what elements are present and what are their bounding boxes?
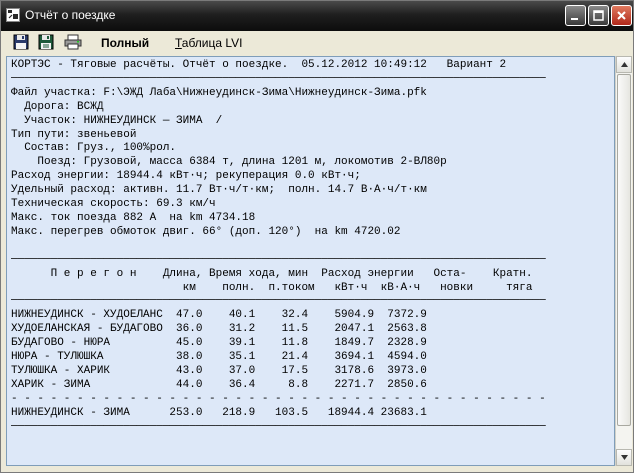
report-line: ХАРИК - ЗИМА 44.0 36.4 8.8 2271.7 2850.6 bbox=[11, 378, 427, 391]
report-line: ────────────────────────────────────────… bbox=[11, 72, 546, 85]
window-title: Отчёт о поездке bbox=[25, 8, 116, 22]
floppy-disk-alt-icon bbox=[38, 34, 54, 50]
report-line: Файл участка: F:\ЭЖД Лаба\Нижнеудинск-Зи… bbox=[11, 86, 427, 99]
report-line: ХУДОЕЛАНСКАЯ - БУДАГОВО 36.0 31.2 11.5 2… bbox=[11, 323, 427, 336]
report-line: Тип пути: звеньевой bbox=[11, 128, 137, 141]
report-window: Отчёт о поездке Полный Таблица LVI КОРТЭ… bbox=[0, 0, 634, 473]
lvi-table-label: аблица LVI bbox=[181, 36, 243, 50]
scroll-down-button[interactable] bbox=[616, 449, 632, 466]
save-button[interactable] bbox=[13, 34, 31, 52]
report-line bbox=[11, 240, 611, 254]
report-line: Техническая скорость: 69.3 км/ч bbox=[11, 198, 216, 211]
lvi-table-accel: Т bbox=[175, 36, 182, 50]
report-line: - - - - - - - - - - - - - - - - - - - - … bbox=[11, 392, 546, 405]
report-line: Состав: Груз., 100%рол. bbox=[11, 142, 177, 155]
report-line: ТУЛЮШКА - ХАРИК 43.0 37.0 17.5 3178.6 39… bbox=[11, 364, 427, 377]
printer-icon bbox=[64, 34, 82, 50]
report-line: ────────────────────────────────────────… bbox=[11, 420, 546, 433]
floppy-disk-icon bbox=[13, 34, 29, 50]
report-line: Участок: НИЖНЕУДИНСК — ЗИМА / bbox=[11, 114, 223, 127]
report-line: П е р е г о н Длина, Время хода, мин Рас… bbox=[11, 267, 533, 280]
report-line: НЮРА - ТУЛЮШКА 38.0 35.1 21.4 3694.1 459… bbox=[11, 351, 427, 364]
toolbar: Полный Таблица LVI bbox=[1, 31, 633, 55]
close-icon bbox=[617, 11, 626, 20]
report-text[interactable]: КОРТЭС - Тяговые расчёты. Отчёт о поездк… bbox=[11, 59, 611, 463]
report-line: НИЖНЕУДИНСК - ХУДОЕЛАНС 47.0 40.1 32.4 5… bbox=[11, 309, 427, 322]
close-button[interactable] bbox=[611, 5, 632, 26]
scroll-thumb[interactable] bbox=[617, 74, 631, 426]
report-panel[interactable]: КОРТЭС - Тяговые расчёты. Отчёт о поездк… bbox=[6, 56, 615, 466]
report-line: ────────────────────────────────────────… bbox=[11, 295, 546, 308]
scroll-up-button[interactable] bbox=[616, 56, 632, 73]
app-icon bbox=[6, 8, 20, 22]
report-line: Расход энергии: 18944.4 кВт·ч; рекуперац… bbox=[11, 170, 361, 183]
arrow-down-icon bbox=[621, 455, 628, 460]
report-line: Макс. ток поезда 882 А на km 4734.18 bbox=[11, 211, 256, 224]
full-report-button[interactable]: Полный bbox=[101, 36, 149, 50]
title-bar[interactable]: Отчёт о поездке bbox=[1, 1, 633, 31]
report-line: Макс. перегрев обмоток двиг. 66° (доп. 1… bbox=[11, 225, 401, 238]
report-line: ────────────────────────────────────────… bbox=[11, 253, 546, 266]
report-line: Удельный расход: активн. 11.7 Вт·ч/т·км;… bbox=[11, 184, 427, 197]
lvi-table-button[interactable]: Таблица LVI bbox=[175, 36, 243, 50]
vertical-scrollbar[interactable] bbox=[615, 56, 632, 466]
print-button[interactable] bbox=[64, 34, 82, 52]
report-line: БУДАГОВО - НЮРА 45.0 39.1 11.8 1849.7 23… bbox=[11, 337, 427, 350]
report-line: Дорога: ВСЖД bbox=[11, 100, 104, 113]
report-line: км полн. п.током кВт·ч кВ·А·ч новки тяга bbox=[11, 281, 533, 294]
maximize-button[interactable] bbox=[588, 5, 609, 26]
arrow-up-icon bbox=[621, 62, 628, 67]
minimize-button[interactable] bbox=[565, 5, 586, 26]
maximize-icon bbox=[593, 10, 604, 21]
save-as-button[interactable] bbox=[38, 34, 56, 52]
report-line: Поезд: Грузовой, масса 6384 т, длина 120… bbox=[11, 156, 447, 169]
report-line: НИЖНЕУДИНСК - ЗИМА 253.0 218.9 103.5 189… bbox=[11, 406, 427, 419]
report-line: КОРТЭС - Тяговые расчёты. Отчёт о поездк… bbox=[11, 59, 507, 71]
minimize-icon bbox=[571, 18, 578, 20]
